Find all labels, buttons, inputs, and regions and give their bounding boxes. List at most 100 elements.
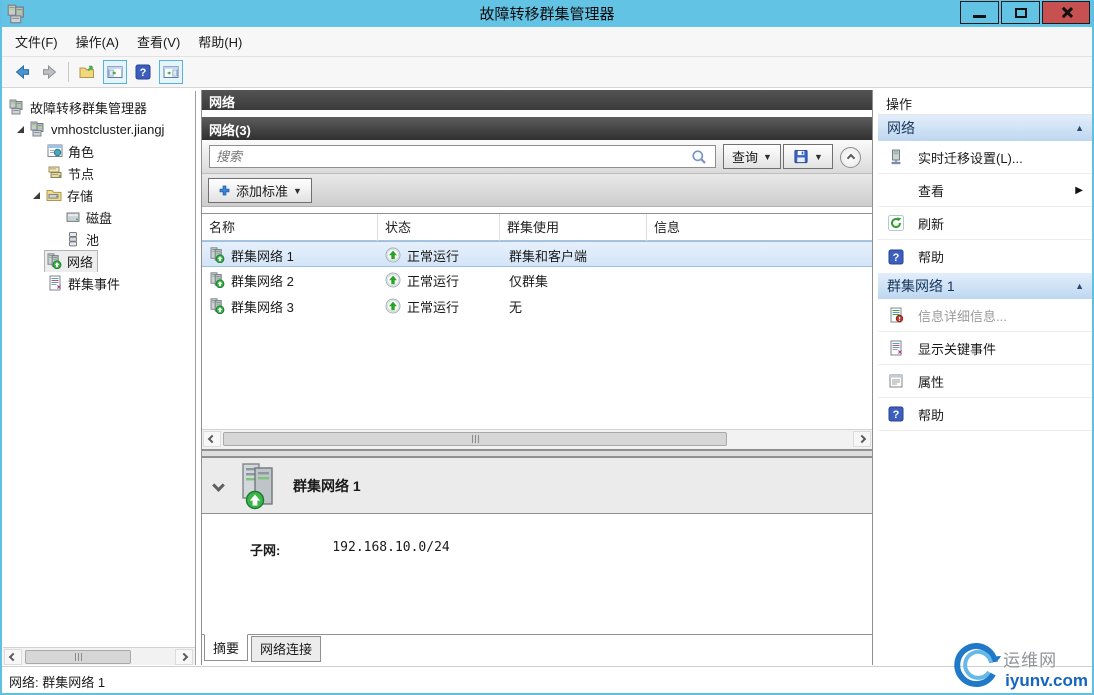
scroll-left-arrow[interactable] <box>4 649 22 665</box>
table-row[interactable]: 群集网络 3 正常运行 无 <box>202 293 872 319</box>
tree-item-cluster[interactable]: vmhostcluster.jiangj <box>3 118 195 140</box>
tab-summary[interactable]: 摘要 <box>204 634 249 661</box>
column-header-name[interactable]: 名称 <box>202 214 378 241</box>
console-tree-icon <box>107 64 123 80</box>
collapse-section-icon[interactable]: ▲ <box>1075 123 1084 133</box>
info-details-icon <box>888 307 904 323</box>
pane-title: 网络 <box>202 90 872 110</box>
menu-view[interactable]: 查看(V) <box>128 28 189 55</box>
refresh-icon <box>888 215 904 231</box>
folder-export-icon <box>79 64 95 80</box>
watermark-swirl-icon <box>951 640 1003 692</box>
detail-title: 群集网络 1 <box>293 477 361 494</box>
expander-icon[interactable] <box>17 125 24 133</box>
roles-icon <box>47 143 63 159</box>
minimize-icon <box>973 15 986 18</box>
action-help[interactable]: 帮助 <box>878 398 1093 431</box>
close-icon <box>1060 6 1073 19</box>
help-button[interactable] <box>131 60 155 84</box>
menu-help[interactable]: 帮助(H) <box>189 28 251 55</box>
scrollbar-thumb[interactable] <box>223 432 727 446</box>
window-title: 故障转移群集管理器 <box>479 6 615 23</box>
cluster-icon <box>30 121 46 137</box>
network-large-icon <box>237 462 281 510</box>
maximize-button[interactable] <box>1001 1 1040 24</box>
results-pane: 网络 网络(3) 查询 ▼ ▼ 添加标准 ▼ 名称 状态 群集使用 信息 群集 <box>201 90 873 665</box>
back-arrow-icon <box>14 64 30 80</box>
menu-action[interactable]: 操作(A) <box>67 28 128 55</box>
action-live-migration-settings[interactable]: 实时迁移设置(L)... <box>878 141 1093 174</box>
scroll-right-arrow[interactable] <box>175 649 193 665</box>
actions-section-networks[interactable]: 网络 ▲ <box>878 115 1093 141</box>
properties-icon <box>888 373 904 389</box>
save-query-button[interactable]: ▼ <box>783 144 833 169</box>
search-input[interactable] <box>209 145 716 168</box>
action-properties[interactable]: 属性 <box>878 365 1093 398</box>
action-pane-toggle-button[interactable] <box>159 60 183 84</box>
action-help[interactable]: 帮助 <box>878 240 1093 273</box>
export-list-button[interactable] <box>75 60 99 84</box>
tree-item-nodes[interactable]: 节点 <box>3 162 195 184</box>
list-horizontal-scrollbar[interactable] <box>202 429 872 449</box>
actions-section-cluster-network-1[interactable]: 群集网络 1 ▲ <box>878 273 1093 299</box>
pane-splitter[interactable] <box>202 450 872 457</box>
help-icon <box>135 64 151 80</box>
chevron-down-icon[interactable] <box>212 479 225 492</box>
tree-item-root[interactable]: 故障转移群集管理器 <box>3 96 195 118</box>
action-pane-icon <box>163 64 179 80</box>
live-migration-icon <box>888 149 904 165</box>
table-row[interactable]: 群集网络 1 正常运行 群集和客户端 <box>202 241 872 267</box>
forward-arrow-icon <box>42 64 58 80</box>
column-header-cluster-use[interactable]: 群集使用 <box>500 214 647 241</box>
toolbar-separator <box>68 62 69 82</box>
chevron-up-icon <box>846 153 855 162</box>
tree-item-roles[interactable]: 角色 <box>3 140 195 162</box>
scroll-right-arrow[interactable] <box>853 431 871 447</box>
subnet-label: 子网: <box>250 543 281 558</box>
minimize-button[interactable] <box>960 1 999 24</box>
tree-item-disks[interactable]: 磁盘 <box>3 206 195 228</box>
scroll-left-arrow[interactable] <box>203 431 221 447</box>
collapse-search-button[interactable] <box>840 147 861 168</box>
forward-button[interactable] <box>38 60 62 84</box>
query-button[interactable]: 查询 ▼ <box>723 144 781 169</box>
column-header-info[interactable]: 信息 <box>647 214 872 241</box>
collapse-section-icon[interactable]: ▲ <box>1075 281 1084 291</box>
actions-pane: 操作 网络 ▲ 实时迁移设置(L)... 查看 ▶ 刷新 帮助 群集网络 1 ▲… <box>878 90 1093 666</box>
tree-item-storage[interactable]: 存储 <box>3 184 195 206</box>
add-criteria-button[interactable]: 添加标准 ▼ <box>208 178 312 203</box>
menu-file[interactable]: 文件(F) <box>6 28 67 55</box>
action-view[interactable]: 查看 ▶ <box>878 174 1093 207</box>
network-icon <box>209 298 225 314</box>
console-tree-panel: 故障转移群集管理器 vmhostcluster.jiangj 角色 节点 存储 … <box>3 91 196 665</box>
back-button[interactable] <box>10 60 34 84</box>
tree-item-networks[interactable]: 网络 <box>3 250 195 272</box>
table-row[interactable]: 群集网络 2 正常运行 仅群集 <box>202 267 872 293</box>
expander-icon[interactable] <box>33 191 40 199</box>
plus-icon <box>218 184 231 197</box>
status-text: 网络: 群集网络 1 <box>9 675 106 690</box>
tree-item-pools[interactable]: 池 <box>3 228 195 250</box>
action-show-critical-events[interactable]: 显示关键事件 <box>878 332 1093 365</box>
tab-network-connections[interactable]: 网络连接 <box>251 636 322 662</box>
detail-header: 群集网络 1 <box>202 457 872 514</box>
titlebar: 故障转移群集管理器 <box>0 0 1094 27</box>
tree-item-cluster-events[interactable]: 群集事件 <box>3 272 195 294</box>
close-button[interactable] <box>1042 1 1090 24</box>
console-tree-toggle-button[interactable] <box>103 60 127 84</box>
search-icon <box>691 149 707 165</box>
scrollbar-thumb[interactable] <box>25 650 131 664</box>
help-icon <box>888 406 904 422</box>
status-up-icon <box>385 247 401 263</box>
cluster-manager-icon <box>9 99 25 115</box>
detail-body: 子网: 192.168.10.0/24 <box>202 514 872 635</box>
actions-title: 操作 <box>878 90 1093 115</box>
menubar: 文件(F) 操作(A) 查看(V) 帮助(H) <box>2 27 1092 57</box>
action-information-details[interactable]: 信息详细信息... <box>878 299 1093 332</box>
toolbar <box>2 57 1092 88</box>
status-up-icon <box>385 298 401 314</box>
tree-horizontal-scrollbar[interactable] <box>3 647 195 665</box>
help-icon <box>888 249 904 265</box>
column-header-status[interactable]: 状态 <box>378 214 500 241</box>
action-refresh[interactable]: 刷新 <box>878 207 1093 240</box>
